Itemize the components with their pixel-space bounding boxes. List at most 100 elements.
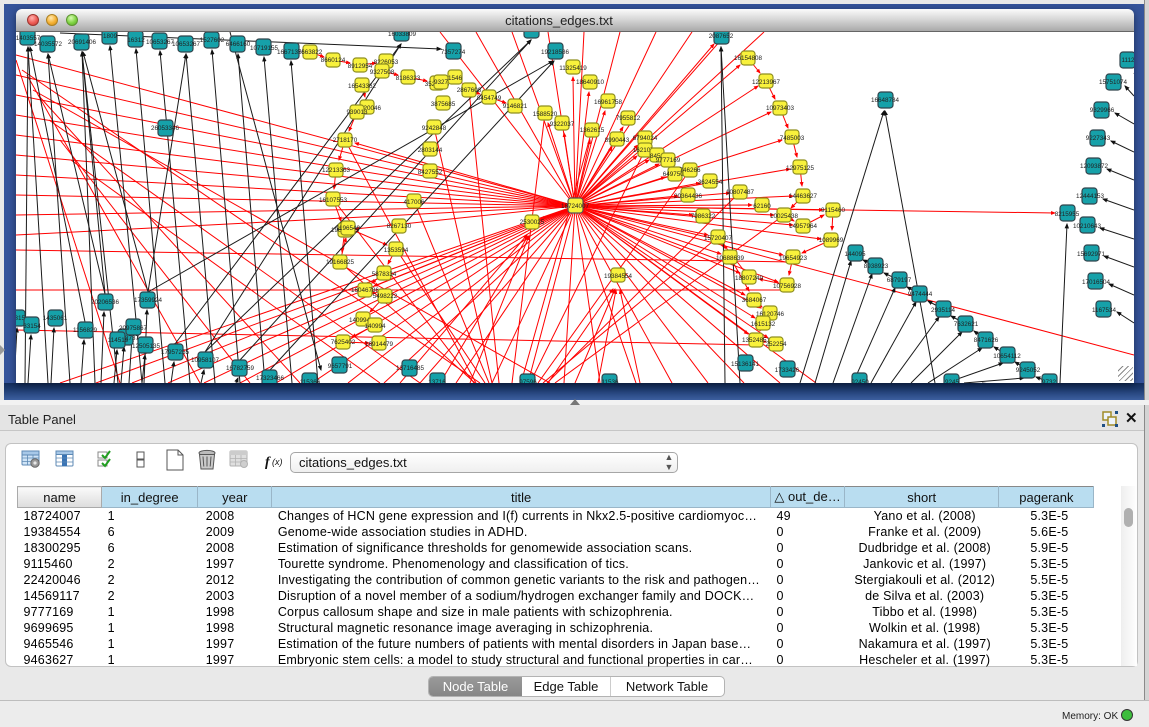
- svg-text:15692971: 15692971: [1077, 251, 1106, 258]
- svg-text:9777169: 9777169: [656, 157, 681, 164]
- svg-text:7955812: 7955812: [616, 115, 641, 122]
- svg-text:12213967: 12213967: [752, 79, 781, 86]
- svg-text:15751074: 15751074: [1099, 79, 1128, 86]
- svg-text:6879197: 6879197: [887, 277, 912, 284]
- svg-text:7357274: 7357274: [441, 49, 466, 56]
- svg-text:15720407: 15720407: [704, 235, 733, 242]
- svg-text:17957255: 17957255: [161, 349, 190, 356]
- svg-text:9329966: 9329966: [1090, 107, 1115, 114]
- svg-text:(x): (x): [272, 457, 283, 467]
- svg-text:8427552: 8427552: [418, 169, 443, 176]
- svg-text:15136141: 15136141: [731, 361, 760, 368]
- svg-text:2718170: 2718170: [333, 137, 358, 144]
- svg-text:3684067: 3684067: [742, 297, 767, 304]
- svg-text:9657791: 9657791: [328, 363, 353, 370]
- svg-text:1353594: 1353594: [384, 247, 409, 254]
- svg-text:8990443: 8990443: [605, 137, 630, 144]
- svg-text:10688639: 10688639: [716, 255, 745, 262]
- svg-text:3875685: 3875685: [431, 101, 456, 108]
- svg-text:12093872: 12093872: [1080, 163, 1109, 170]
- svg-text:8471626: 8471626: [974, 337, 999, 344]
- svg-text:33154: 33154: [23, 323, 41, 330]
- svg-text:62160: 62160: [753, 203, 771, 210]
- svg-text:16154808: 16154808: [734, 55, 763, 62]
- svg-text:9732: 9732: [1042, 379, 1057, 383]
- svg-text:2087652: 2087652: [709, 33, 734, 40]
- svg-text:12213363: 12213363: [322, 167, 351, 174]
- svg-text:3624554: 3624554: [698, 179, 723, 186]
- svg-text:10807487: 10807487: [726, 189, 755, 196]
- svg-text:1435061: 1435061: [43, 315, 68, 322]
- svg-text:9245052: 9245052: [1016, 367, 1041, 374]
- svg-text:9474444: 9474444: [908, 291, 933, 298]
- svg-text:12444153: 12444153: [1076, 193, 1105, 200]
- svg-text:1809: 1809: [103, 33, 118, 40]
- svg-text:2530025: 2530025: [520, 219, 545, 226]
- svg-text:8660124: 8660124: [321, 57, 346, 64]
- svg-text:252254: 252254: [765, 341, 787, 348]
- svg-text:10973403: 10973403: [766, 105, 795, 112]
- svg-text:20975867: 20975867: [119, 325, 148, 332]
- svg-text:97596: 97596: [519, 379, 537, 383]
- svg-text:1156829: 1156829: [73, 327, 98, 334]
- svg-text:6794024: 6794024: [633, 135, 658, 142]
- svg-text:7663822: 7663822: [298, 49, 323, 56]
- svg-text:26053346: 26053346: [151, 125, 180, 132]
- svg-text:10210643: 10210643: [1073, 223, 1102, 230]
- svg-text:14035572: 14035572: [34, 41, 63, 48]
- svg-text:9227343: 9227343: [1086, 135, 1111, 142]
- svg-text:10958107: 10958107: [191, 357, 220, 364]
- svg-text:7485003: 7485003: [780, 135, 805, 142]
- svg-text:17359924: 17359924: [134, 297, 163, 304]
- svg-text:20206536: 20206536: [91, 299, 120, 306]
- svg-text:10719155: 10719155: [250, 45, 279, 52]
- svg-text:16543362: 16543362: [348, 83, 377, 90]
- svg-text:19384554: 19384554: [604, 273, 633, 280]
- svg-text:5498222: 5498222: [373, 293, 398, 300]
- svg-text:1089969: 1089969: [819, 237, 844, 244]
- svg-text:16648784: 16648784: [871, 97, 900, 104]
- svg-text:746266: 746266: [679, 167, 701, 174]
- svg-text:939013: 939013: [346, 109, 368, 116]
- svg-text:8454749: 8454749: [477, 95, 502, 102]
- svg-text:16312: 16312: [127, 37, 145, 44]
- svg-text:1615132: 1615132: [751, 321, 776, 328]
- svg-text:9115460: 9115460: [821, 207, 846, 214]
- svg-text:9327508: 9327508: [370, 69, 395, 76]
- svg-text:17016504: 17016504: [1082, 279, 1111, 286]
- svg-text:1362615: 1362615: [580, 127, 605, 134]
- svg-text:12975125: 12975125: [786, 165, 815, 172]
- svg-text:14957964: 14957964: [789, 223, 818, 230]
- svg-text:16914479: 16914479: [365, 341, 394, 348]
- svg-text:1527602: 1527602: [200, 37, 225, 44]
- svg-text:10025438: 10025438: [770, 213, 799, 220]
- svg-text:9146821: 9146821: [503, 103, 528, 110]
- svg-text:f: f: [265, 455, 271, 470]
- svg-text:14463627: 14463627: [789, 193, 818, 200]
- svg-text:2803144: 2803144: [418, 147, 443, 154]
- svg-text:18724007: 18724007: [561, 203, 590, 210]
- svg-text:19654923: 19654923: [779, 255, 808, 262]
- svg-text:10654112: 10654112: [993, 353, 1021, 360]
- svg-text:417006: 417006: [403, 199, 425, 206]
- svg-text:19218586: 19218586: [541, 49, 570, 56]
- svg-text:9245: 9245: [945, 379, 960, 383]
- svg-text:1167534: 1167534: [1092, 307, 1117, 314]
- svg-text:114519: 114519: [108, 337, 129, 344]
- svg-text:13716: 13716: [428, 379, 446, 383]
- svg-text:7625402: 7625402: [331, 339, 356, 346]
- svg-text:2867608: 2867608: [457, 87, 482, 94]
- svg-text:9327: 9327: [434, 79, 449, 86]
- svg-text:19166825: 19166825: [326, 259, 355, 266]
- svg-text:1733426: 1733426: [775, 367, 800, 374]
- svg-text:16961758: 16961758: [594, 99, 623, 106]
- svg-text:12505135: 12505135: [132, 343, 161, 350]
- svg-text:1196549: 1196549: [336, 225, 361, 232]
- svg-text:8267130: 8267130: [387, 223, 412, 230]
- svg-text:7986322: 7986322: [691, 213, 716, 220]
- svg-text:18640910: 18640910: [576, 79, 605, 86]
- svg-text:20691406: 20691406: [68, 39, 97, 46]
- svg-text:140994: 140994: [364, 323, 386, 330]
- svg-text:6466160: 6466160: [226, 41, 251, 48]
- svg-text:8813094: 8813094: [520, 32, 545, 34]
